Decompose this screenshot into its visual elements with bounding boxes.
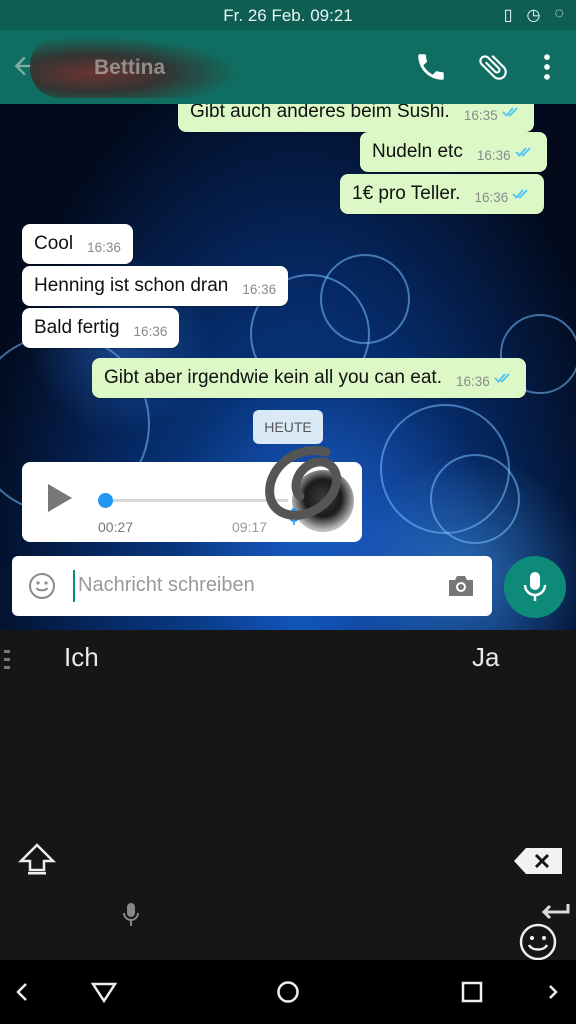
message-time: 16:36 [455,374,490,389]
message-time: 16:36 [242,282,277,297]
message-composer[interactable]: Nachricht schreiben [12,556,492,616]
shift-icon[interactable] [18,842,56,876]
play-icon[interactable] [48,484,72,512]
status-datetime: Fr. 26 Feb. 09:21 [223,6,353,25]
keyboard[interactable]: Ich Ja [0,630,576,962]
emoji-key-icon[interactable] [518,922,558,962]
chat-area[interactable]: Gibt auch anderes beim Sushi. 16:35 Nudel… [0,104,576,630]
status-bar: Fr. 26 Feb. 09:21 ▯ ◷ ◌ [0,0,576,30]
message-text: Nudeln etc [372,141,463,162]
enter-icon[interactable] [538,902,572,922]
message-time: 16:35 [463,108,498,123]
message-outgoing[interactable]: Nudeln etc 16:36 [360,132,547,172]
text-caret [73,570,75,602]
alarm-icon: ◷ [526,7,541,24]
voice-progress-knob[interactable] [98,493,113,508]
voice-record-button[interactable] [504,556,566,618]
message-outgoing[interactable]: Gibt aber irgendwie kein all you can eat… [92,358,526,398]
navigation-bar [0,960,576,1024]
voice-current-time: 00:27 [98,519,134,535]
message-incoming[interactable]: Cool 16:36 [22,224,133,264]
message-time: 16:36 [133,324,168,339]
message-outgoing[interactable]: 1€ pro Teller. 16:36 [340,174,545,214]
message-text: 1€ pro Teller. [352,183,461,204]
message-text: Cool [34,233,74,254]
message-text: Bald fertig [34,317,120,338]
wallpaper-bokeh [320,254,410,344]
keyboard-menu-icon[interactable] [0,648,16,672]
message-text: Gibt aber irgendwie kein all you can eat… [104,367,442,388]
message-time: 16:36 [87,240,121,255]
double-check-icon [501,107,518,117]
camera-icon[interactable] [446,572,476,600]
sync-icon: ◌ [554,5,564,22]
message-outgoing[interactable]: Gibt auch anderes beim Sushi. 16:35 [178,104,534,132]
back-icon[interactable] [90,980,118,1004]
suggestion-2[interactable]: Ja [472,642,499,673]
voice-input-icon[interactable] [122,902,140,928]
scribble-overlay [265,446,342,520]
message-incoming[interactable]: Henning ist schon dran 16:36 [22,266,289,306]
double-check-icon [515,147,531,157]
message-incoming[interactable]: Bald fertig 16:36 [22,308,180,348]
message-text: Henning ist schon dran [34,275,229,296]
phone-icon[interactable] [414,50,448,84]
nav-right-icon[interactable] [546,980,562,1004]
double-check-icon [512,189,528,199]
suggestion-1[interactable]: Ich [64,642,99,673]
contact-name[interactable]: Bettina [94,56,165,80]
home-icon[interactable] [276,980,300,1004]
message-text: Gibt auch anderes beim Sushi. [190,104,450,122]
message-time: 16:36 [476,148,511,163]
double-check-icon [494,373,510,383]
wallpaper-bokeh [430,454,520,544]
emoji-icon[interactable] [28,572,56,600]
backspace-icon[interactable] [512,846,564,876]
attach-icon[interactable] [476,50,510,84]
chat-header: Bettina [0,30,576,104]
message-time: 16:36 [474,190,509,205]
overflow-menu-icon[interactable] [530,50,564,84]
status-icons: ▯ ◷ ◌ [504,5,564,25]
recents-icon[interactable] [460,980,484,1004]
message-input[interactable]: Nachricht schreiben [78,574,255,597]
mic-icon [523,572,547,601]
nav-left-icon[interactable] [12,980,32,1004]
vibrate-icon: ▯ [503,7,513,24]
